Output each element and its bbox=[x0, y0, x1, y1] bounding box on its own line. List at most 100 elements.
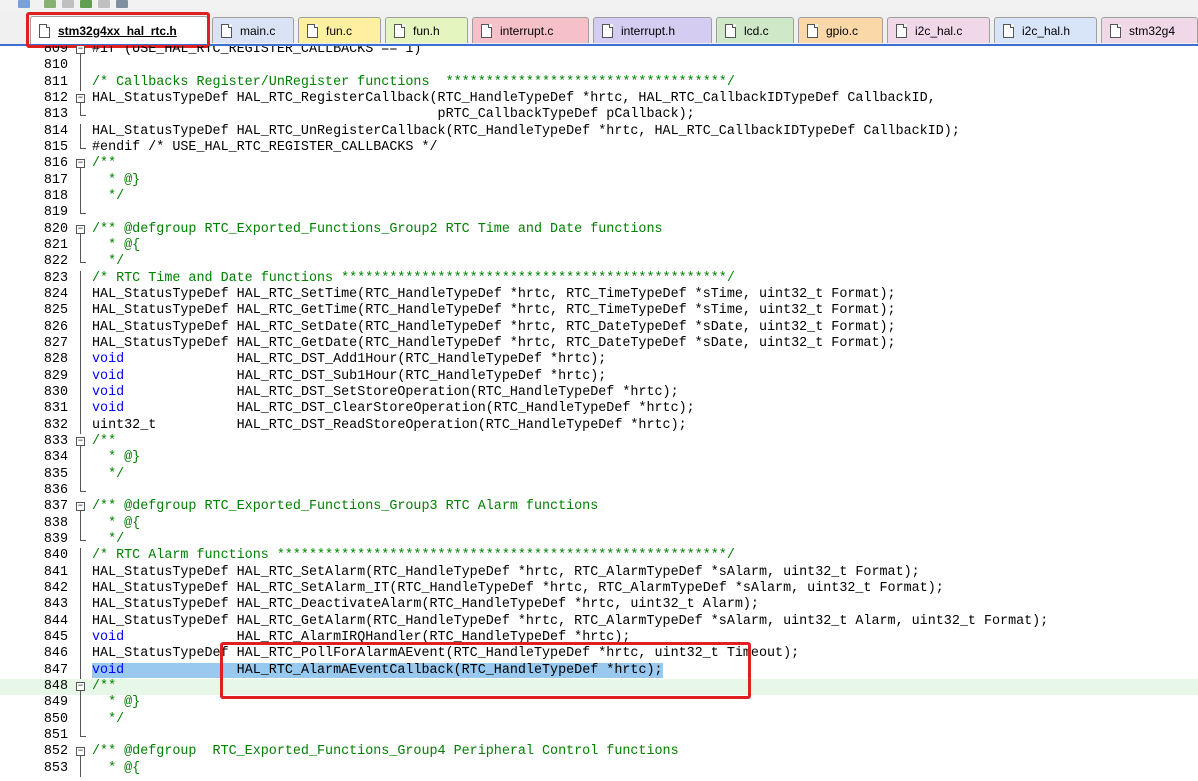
toolbar-button-icon[interactable] bbox=[80, 0, 92, 8]
tab-fun-h[interactable]: fun.h bbox=[385, 17, 468, 43]
code-line[interactable]: 831 void HAL_RTC_DST_ClearStoreOperation(… bbox=[0, 401, 1198, 418]
file-icon bbox=[221, 23, 232, 38]
fold-toggle-icon[interactable]: − bbox=[76, 46, 85, 54]
fold-toggle-icon[interactable]: − bbox=[76, 502, 85, 512]
line-number: 851 bbox=[43, 727, 68, 743]
code-line[interactable]: 851 bbox=[0, 727, 1198, 744]
code-line[interactable]: 818 */ bbox=[0, 188, 1198, 206]
line-number: 818 bbox=[43, 188, 68, 204]
comment-token: /** bbox=[92, 678, 117, 694]
code-line[interactable]: 825 HAL_StatusTypeDef HAL_RTC_GetTime(RTC… bbox=[0, 303, 1198, 320]
code-line[interactable]: 835 */ bbox=[0, 466, 1198, 483]
fold-toggle-icon[interactable]: − bbox=[76, 93, 85, 103]
tab-lcd-c[interactable]: lcd.c bbox=[716, 17, 794, 43]
tab-fun-c[interactable]: fun.c bbox=[298, 17, 381, 43]
code-line[interactable]: 839 */ bbox=[0, 531, 1198, 548]
code-line[interactable]: 816−/** bbox=[0, 156, 1198, 174]
tab-interrupt-c[interactable]: interrupt.c bbox=[472, 17, 589, 43]
code-line[interactable]: 814 HAL_StatusTypeDef HAL_RTC_UnRegisterC… bbox=[0, 123, 1198, 140]
fold-toggle-icon[interactable]: − bbox=[76, 747, 85, 757]
code-line[interactable]: 817 * @} bbox=[0, 172, 1198, 189]
file-icon bbox=[602, 23, 613, 38]
code-line[interactable]: 815 #endif /* USE_HAL_RTC_REGISTER_CALLBA… bbox=[0, 139, 1198, 156]
tab-i2c-hal-h[interactable]: i2c_hal.h bbox=[994, 17, 1097, 43]
fold-toggle-icon[interactable]: − bbox=[76, 681, 85, 691]
code-line[interactable]: 843 HAL_StatusTypeDef HAL_RTC_DeactivateA… bbox=[0, 597, 1198, 614]
code-line[interactable]: 844 HAL_StatusTypeDef HAL_RTC_GetAlarm(RT… bbox=[0, 613, 1198, 630]
code-line[interactable]: 819 bbox=[0, 205, 1198, 221]
code-line[interactable]: 812− HAL_StatusTypeDef HAL_RTC_RegisterCa… bbox=[0, 91, 1198, 108]
toolbar-button-icon[interactable] bbox=[116, 0, 128, 8]
fold-gutter[interactable]: − bbox=[75, 499, 89, 517]
code-line[interactable]: 830 void HAL_RTC_DST_SetStoreOperation(RT… bbox=[0, 384, 1198, 402]
toolbar-button-icon[interactable] bbox=[44, 0, 56, 8]
fold-toggle-icon[interactable]: − bbox=[76, 436, 85, 446]
tab-stm32g4[interactable]: stm32g4 bbox=[1101, 17, 1198, 43]
code-text: pRTC_CallbackTypeDef pCallback); bbox=[92, 107, 695, 123]
keyword-token: void bbox=[92, 352, 125, 368]
code-line[interactable]: 829 void HAL_RTC_DST_Sub1Hour(RTC_HandleT… bbox=[0, 368, 1198, 385]
code-line[interactable]: 841 HAL_StatusTypeDef HAL_RTC_SetAlarm(RT… bbox=[0, 564, 1198, 581]
code-text: * @} bbox=[92, 695, 140, 711]
comment-token: * @{ bbox=[92, 237, 141, 253]
fold-gutter[interactable]: − bbox=[75, 679, 89, 696]
code-line[interactable]: 853 * @{ bbox=[0, 760, 1198, 777]
code-text: HAL_StatusTypeDef HAL_RTC_DeactivateAlar… bbox=[92, 597, 759, 613]
toolbar-button-icon[interactable] bbox=[62, 0, 74, 8]
code-line[interactable]: 821 * @{ bbox=[0, 237, 1198, 255]
code-line[interactable]: 811 /* Callbacks Register/UnRegister func… bbox=[0, 74, 1198, 91]
code-line[interactable]: 813 pRTC_CallbackTypeDef pCallback); bbox=[0, 107, 1198, 123]
tab-gpio-c[interactable]: gpio.c bbox=[798, 17, 883, 43]
fold-gutter bbox=[75, 450, 89, 467]
fold-gutter[interactable]: − bbox=[75, 46, 89, 59]
fold-gutter[interactable]: − bbox=[75, 91, 89, 108]
tab-label: interrupt.c bbox=[500, 23, 554, 38]
tab-i2c-hal-c[interactable]: i2c_hal.c bbox=[887, 17, 990, 43]
code-line[interactable]: 827 HAL_StatusTypeDef HAL_RTC_GetDate(RTC… bbox=[0, 335, 1198, 353]
fold-gutter bbox=[75, 172, 89, 189]
code-line[interactable]: 824 HAL_StatusTypeDef HAL_RTC_SetTime(RTC… bbox=[0, 286, 1198, 304]
fold-gutter bbox=[75, 597, 89, 614]
tab-interrupt-h[interactable]: interrupt.h bbox=[593, 17, 712, 43]
line-number: 848 bbox=[43, 678, 68, 694]
toolbar-button-icon[interactable] bbox=[98, 0, 110, 8]
code-line[interactable]: 820−/** @defgroup RTC_Exported_Functions… bbox=[0, 222, 1198, 239]
code-line[interactable]: 837−/** @defgroup RTC_Exported_Functions… bbox=[0, 499, 1198, 517]
fold-gutter[interactable]: − bbox=[75, 434, 89, 451]
code-line[interactable]: 842 HAL_StatusTypeDef HAL_RTC_SetAlarm_IT… bbox=[0, 580, 1198, 598]
code-line[interactable]: 833−/** bbox=[0, 434, 1198, 451]
tab-main-c[interactable]: main.c bbox=[212, 17, 294, 43]
line-number: 817 bbox=[43, 172, 68, 188]
fold-gutter bbox=[75, 760, 89, 777]
fold-gutter[interactable]: − bbox=[75, 156, 89, 174]
line-number: 842 bbox=[43, 580, 68, 596]
fold-gutter[interactable]: − bbox=[75, 744, 89, 762]
code-line[interactable]: 840 /* RTC Alarm functions **************… bbox=[0, 548, 1198, 565]
fold-toggle-icon[interactable]: − bbox=[76, 224, 85, 234]
tab-label: interrupt.h bbox=[621, 23, 676, 38]
fold-toggle-icon[interactable]: − bbox=[76, 159, 85, 169]
fold-gutter bbox=[75, 531, 89, 548]
toolbar-button-icon[interactable] bbox=[18, 0, 30, 8]
code-line[interactable]: 823 /* RTC Time and Date functions ******… bbox=[0, 270, 1198, 287]
code-line[interactable]: 822 */ bbox=[0, 254, 1198, 270]
line-number: 839 bbox=[43, 531, 68, 547]
comment-token: /** @defgroup RTC_Exported_Functions_Gro… bbox=[92, 744, 679, 760]
code-line[interactable]: 836 bbox=[0, 482, 1198, 499]
code-line[interactable]: 838 * @{ bbox=[0, 515, 1198, 532]
code-line[interactable]: 832 uint32_t HAL_RTC_DST_ReadStoreOperati… bbox=[0, 417, 1198, 434]
code-text: #endif /* USE_HAL_RTC_REGISTER_CALLBACKS… bbox=[92, 140, 438, 156]
code-line[interactable]: 828 void HAL_RTC_DST_Add1Hour(RTC_HandleT… bbox=[0, 352, 1198, 369]
line-number: 814 bbox=[43, 123, 68, 139]
code-line[interactable]: 834 * @} bbox=[0, 450, 1198, 467]
code-text: /** bbox=[92, 679, 116, 695]
code-line[interactable]: 826 HAL_StatusTypeDef HAL_RTC_SetDate(RTC… bbox=[0, 319, 1198, 336]
code-line[interactable]: 809− #if (USE_HAL_RTC_REGISTER_CALLBACKS … bbox=[0, 46, 1198, 59]
comment-token: /** bbox=[92, 156, 117, 172]
code-line[interactable]: 852−/** @defgroup RTC_Exported_Functions… bbox=[0, 744, 1198, 762]
fold-gutter[interactable]: − bbox=[75, 222, 89, 239]
code-text: * @{ bbox=[92, 516, 140, 532]
comment-token: * @} bbox=[92, 450, 141, 466]
code-line[interactable]: 850 */ bbox=[0, 711, 1198, 728]
code-line[interactable]: 810 bbox=[0, 58, 1198, 75]
